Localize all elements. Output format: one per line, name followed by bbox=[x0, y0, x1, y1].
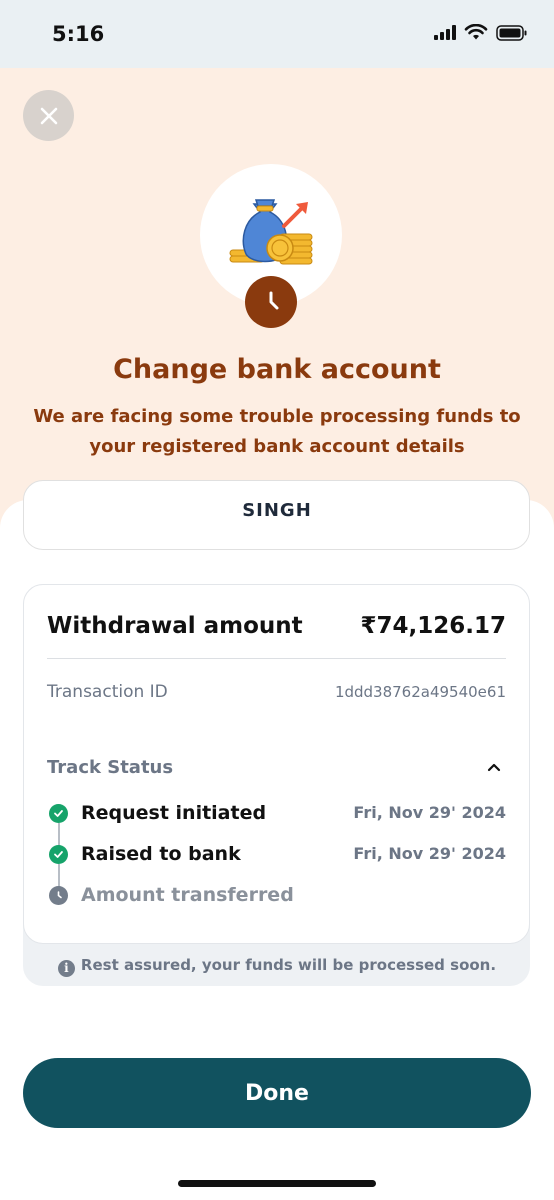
battery-icon bbox=[496, 24, 527, 41]
pending-clock-icon bbox=[49, 886, 68, 905]
step-connector bbox=[58, 864, 60, 887]
reassurance-text: Rest assured, your funds will be process… bbox=[80, 956, 497, 974]
signal-icon bbox=[434, 25, 456, 40]
close-button[interactable] bbox=[23, 90, 74, 141]
transaction-id-value[interactable]: 1ddd38762a49540e61 bbox=[335, 683, 506, 701]
step-connector bbox=[58, 823, 60, 846]
page-subtitle: We are facing some trouble processing fu… bbox=[33, 406, 521, 457]
step-date: Fri, Nov 29' 2024 bbox=[353, 803, 506, 822]
step-label: Amount transferred bbox=[81, 884, 294, 906]
status-bar: 5:16 bbox=[0, 0, 554, 68]
status-time: 5:16 bbox=[52, 22, 105, 46]
step-label: Request initiated bbox=[81, 802, 267, 824]
wifi-icon bbox=[464, 24, 488, 40]
step-date: Fri, Nov 29' 2024 bbox=[353, 844, 506, 863]
page-title: Change bank account bbox=[113, 354, 441, 385]
step-label: Raised to bank bbox=[81, 843, 241, 865]
clock-icon bbox=[269, 291, 279, 310]
reassurance-note: i Rest assured, your funds will be proces… bbox=[0, 956, 554, 977]
done-button[interactable]: Done bbox=[23, 1058, 531, 1128]
clock-badge bbox=[245, 276, 297, 328]
done-button-label: Done bbox=[245, 1080, 309, 1106]
close-icon bbox=[40, 107, 57, 124]
check-circle-icon bbox=[49, 845, 68, 864]
withdrawal-amount: ₹74,126.17 bbox=[360, 613, 506, 639]
check-circle-icon bbox=[49, 804, 68, 823]
chevron-up-icon[interactable] bbox=[486, 760, 502, 774]
transaction-id-label: Transaction ID bbox=[47, 682, 168, 702]
divider bbox=[47, 658, 506, 659]
info-icon: i bbox=[57, 959, 75, 977]
track-status-label: Track Status bbox=[47, 757, 174, 778]
home-indicator bbox=[178, 1180, 376, 1187]
account-name: SINGH bbox=[242, 500, 312, 521]
withdrawal-label: Withdrawal amount bbox=[47, 613, 303, 639]
money-bag-growth-icon bbox=[229, 199, 313, 265]
status-icons bbox=[434, 24, 528, 41]
